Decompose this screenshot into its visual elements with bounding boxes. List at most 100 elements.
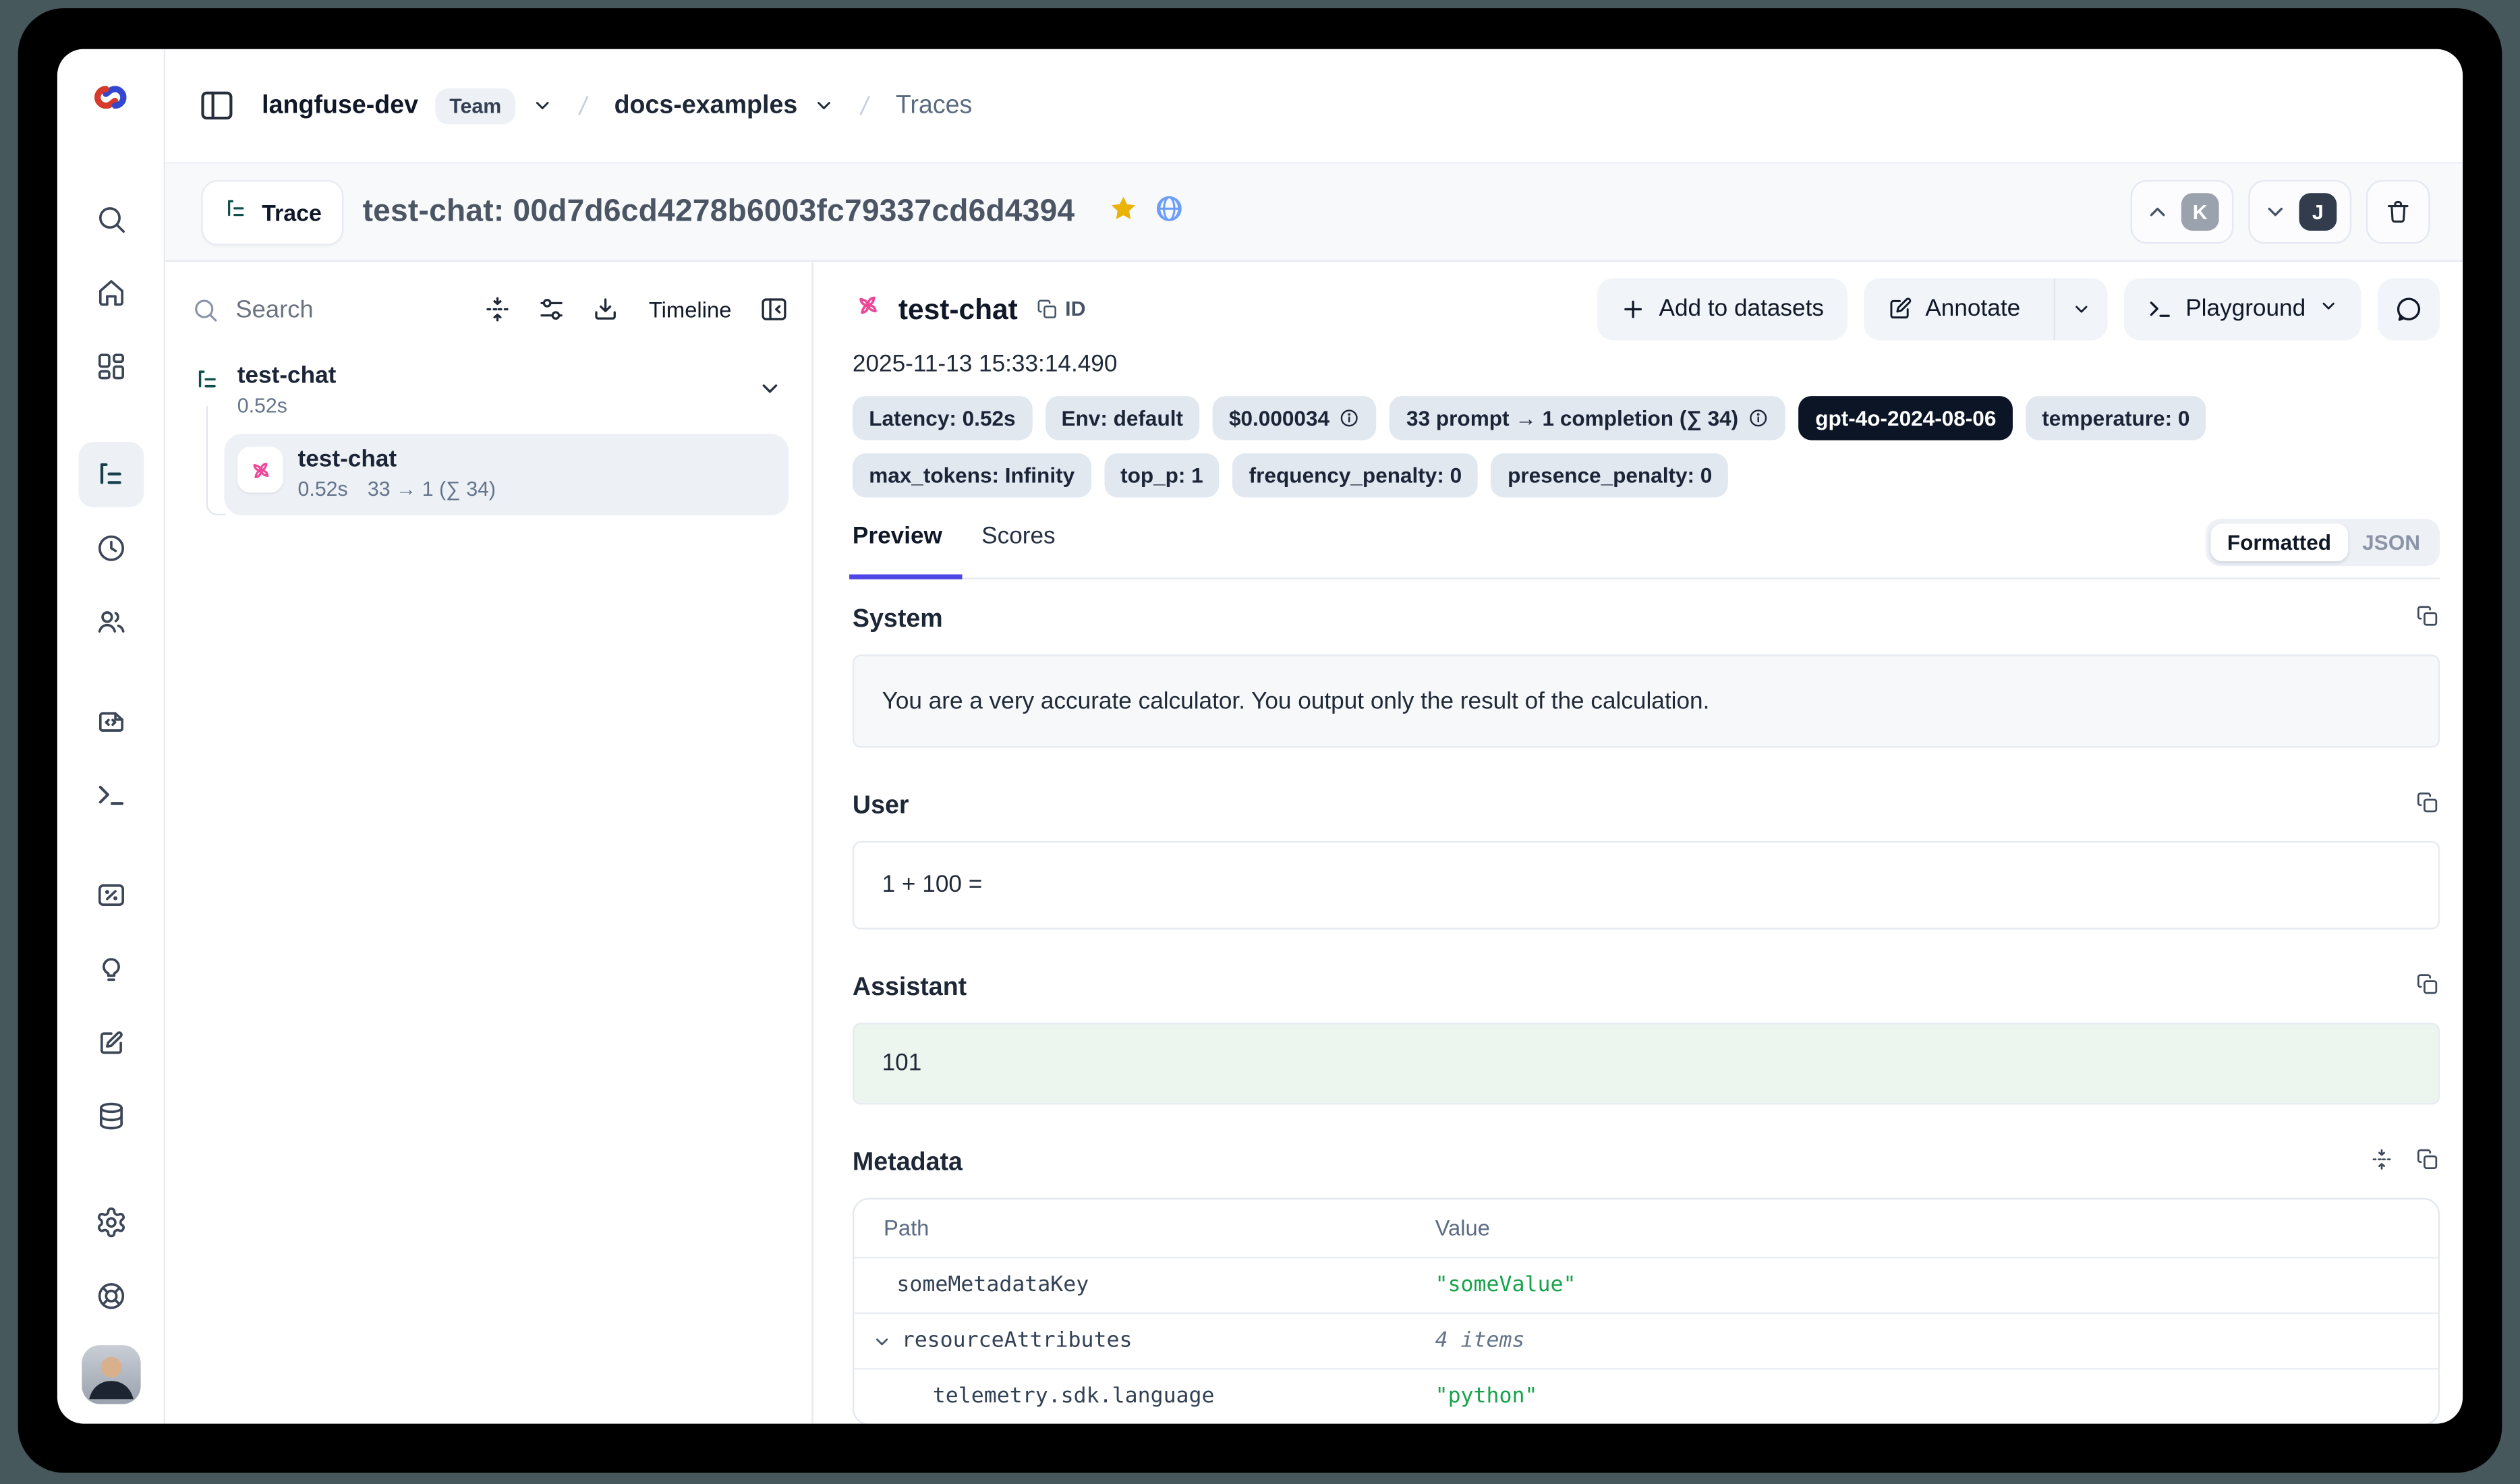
- copy-system-button[interactable]: [2415, 604, 2440, 637]
- copy-metadata-button[interactable]: [2415, 1147, 2440, 1180]
- system-role-label: System: [853, 606, 943, 635]
- trace-tree-icon: [223, 196, 249, 227]
- breadcrumb-project[interactable]: langfuse-dev: [262, 91, 418, 121]
- annotate-button[interactable]: Annotate: [1863, 278, 2040, 340]
- star-filled-icon: [1108, 192, 1139, 223]
- gear-icon: [94, 1206, 127, 1239]
- rail-support-button[interactable]: [83, 1272, 138, 1321]
- next-trace-button[interactable]: J: [2248, 180, 2351, 244]
- sidebar-toggle-button[interactable]: [198, 87, 236, 125]
- sliders-icon: [538, 295, 567, 324]
- lifebuoy-icon: [94, 1280, 127, 1313]
- public-globe-button[interactable]: [1153, 192, 1184, 231]
- rail-evals-button[interactable]: [83, 871, 138, 920]
- tree-child-node-selected[interactable]: test-chat 0.52s 33 → 1 (∑ 34): [224, 434, 789, 515]
- collapse-all-button[interactable]: [484, 295, 513, 324]
- traces-tree-icon: [93, 457, 127, 492]
- trace-banner: Trace test-chat: 00d7d6cd4278b6003fc7933…: [165, 162, 2463, 262]
- user-avatar[interactable]: [81, 1345, 140, 1404]
- generation-sparkle-icon: [853, 289, 884, 329]
- generation-sparkle-icon: [246, 456, 274, 484]
- copy-assistant-button[interactable]: [2415, 972, 2440, 1005]
- child-node-name: test-chat: [298, 447, 496, 473]
- breadcrumb-page[interactable]: Traces: [896, 91, 973, 121]
- view-mode-toggle: Formatted JSON: [2206, 519, 2440, 566]
- search-input[interactable]: [232, 293, 402, 324]
- assistant-message-section: Assistant 101: [853, 972, 2440, 1105]
- team-badge: Team: [434, 88, 516, 123]
- download-icon: [592, 295, 621, 324]
- timeline-toggle[interactable]: Timeline: [649, 297, 732, 321]
- file-code-icon: [94, 706, 127, 739]
- user-role-label: User: [853, 792, 909, 822]
- copy-icon: [1035, 298, 1058, 321]
- rail-sessions-button[interactable]: [83, 523, 138, 573]
- plus-icon: [1620, 296, 1646, 322]
- tab-scores[interactable]: Scores: [981, 519, 1056, 577]
- metadata-row-expandable[interactable]: resourceAttributes 4 items: [854, 1313, 2438, 1368]
- delete-trace-button[interactable]: [2366, 180, 2430, 244]
- rail-traces-button[interactable]: [78, 442, 143, 507]
- chevron-up-icon: [2145, 200, 2169, 224]
- formatted-toggle-option[interactable]: Formatted: [2211, 523, 2348, 561]
- percent-box-icon: [94, 879, 127, 912]
- collapse-node-button[interactable]: [757, 376, 782, 409]
- json-toggle-option[interactable]: JSON: [2347, 523, 2435, 561]
- download-button[interactable]: [592, 295, 621, 324]
- copy-icon: [2415, 791, 2440, 815]
- rail-prompts-button[interactable]: [83, 697, 138, 746]
- search-icon: [192, 295, 219, 323]
- observation-timestamp: 2025-11-13 15:33:14.490: [853, 352, 2440, 378]
- tree-root-node[interactable]: test-chat 0.52s: [192, 364, 789, 418]
- copy-id-button[interactable]: ID: [1035, 298, 1085, 321]
- unfold-vertical-icon: [2370, 1147, 2394, 1172]
- project-switcher[interactable]: [532, 95, 554, 117]
- collapse-panel-button[interactable]: [760, 295, 789, 324]
- rail-datasets-button[interactable]: [83, 1091, 138, 1141]
- tokens-badge[interactable]: 33 prompt → 1 completion (∑ 34): [1390, 396, 1786, 440]
- breadcrumb-env[interactable]: docs-examples: [614, 91, 798, 121]
- screenshot-stage: langfuse-dev Team docs-examples Traces T…: [0, 0, 2520, 1484]
- rail-search-button[interactable]: [83, 195, 138, 244]
- database-icon: [94, 1100, 127, 1133]
- comments-button[interactable]: [2378, 278, 2440, 340]
- rail-settings-button[interactable]: [83, 1198, 138, 1247]
- app-window: langfuse-dev Team docs-examples Traces T…: [57, 49, 2463, 1424]
- chevron-down-icon: [814, 95, 836, 117]
- clipboard-pen-icon: [94, 1026, 127, 1059]
- rail-insights-button[interactable]: [83, 944, 138, 994]
- user-message-section: User 1 + 100 =: [853, 791, 2440, 930]
- expand-metadata-button[interactable]: [2370, 1147, 2394, 1180]
- latency-badge: Latency: 0.52s: [853, 396, 1032, 440]
- topbar: langfuse-dev Team docs-examples Traces: [165, 49, 2463, 162]
- trace-type-badge: Trace: [201, 179, 343, 245]
- cost-badge[interactable]: $0.000034: [1213, 396, 1377, 440]
- tree-settings-button[interactable]: [538, 295, 567, 324]
- rail-annotation-button[interactable]: [83, 1018, 138, 1067]
- model-badge[interactable]: gpt-4o-2024-08-06: [1799, 396, 2013, 440]
- annotate-menu-button[interactable]: [2053, 278, 2107, 340]
- rail-playground-button[interactable]: [83, 771, 138, 820]
- env-switcher[interactable]: [814, 95, 836, 117]
- chevron-down-icon: [2071, 299, 2090, 319]
- chevron-down-icon: [532, 95, 554, 117]
- playground-button[interactable]: Playground: [2123, 278, 2361, 340]
- rail-dashboard-button[interactable]: [83, 342, 138, 391]
- copy-user-button[interactable]: [2415, 791, 2440, 824]
- top-p-badge: top_p: 1: [1104, 453, 1220, 498]
- previous-trace-button[interactable]: K: [2131, 180, 2234, 244]
- copy-icon: [2415, 1147, 2440, 1172]
- add-to-datasets-button[interactable]: Add to datasets: [1597, 278, 1847, 340]
- tree-connector-line: [206, 406, 226, 516]
- tree-search[interactable]: [192, 293, 459, 324]
- copy-icon: [2415, 604, 2440, 628]
- info-icon: [1748, 407, 1770, 429]
- main-column: langfuse-dev Team docs-examples Traces T…: [165, 49, 2463, 1424]
- rail-home-button[interactable]: [83, 268, 138, 318]
- trace-type-label: Trace: [262, 199, 322, 225]
- tab-preview[interactable]: Preview: [853, 519, 942, 577]
- tree-toolbar: Timeline: [192, 281, 789, 337]
- info-icon: [1340, 407, 1361, 429]
- rail-users-button[interactable]: [83, 597, 138, 646]
- bookmark-star-button[interactable]: [1108, 192, 1139, 231]
